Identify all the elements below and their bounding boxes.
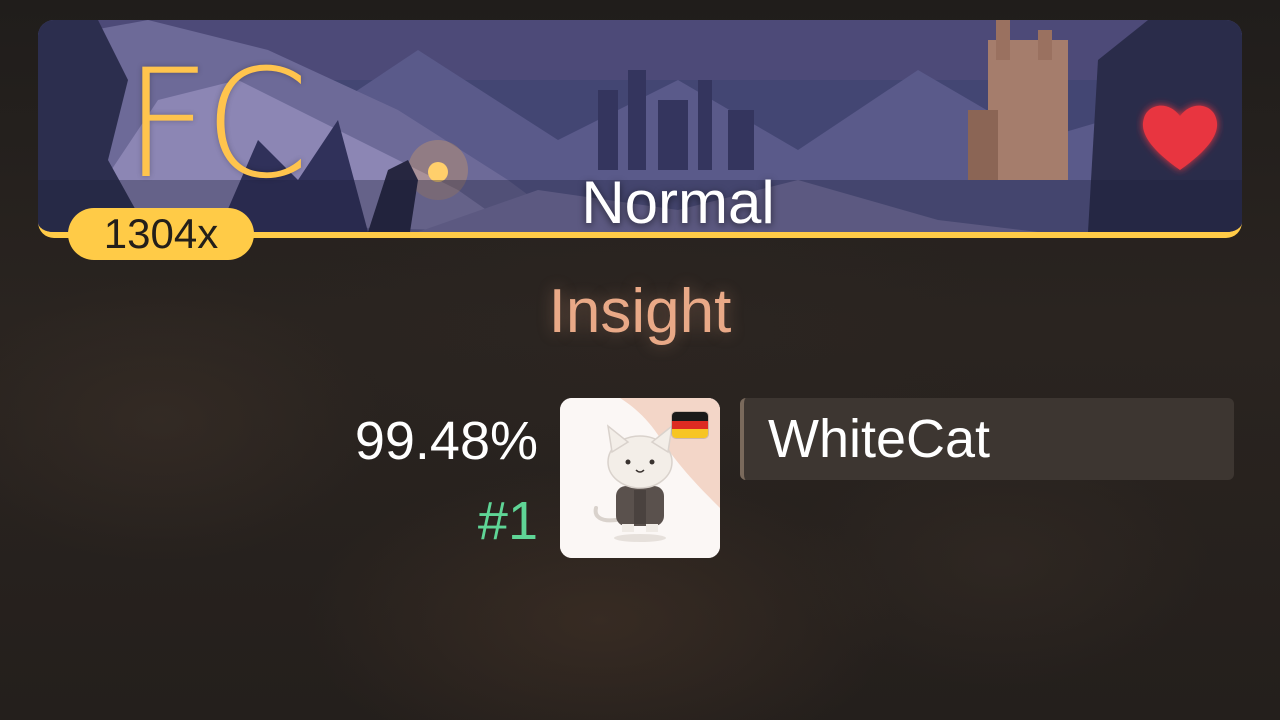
username: WhiteCat xyxy=(768,409,991,469)
grade-label: FC xyxy=(124,38,309,212)
germany-flag-icon xyxy=(672,412,708,438)
beatmap-banner: FC Normal xyxy=(38,20,1242,238)
combo-badge: 1304x xyxy=(68,208,254,260)
song-title: Insight xyxy=(548,277,732,346)
accuracy-value: 99.48% xyxy=(354,411,538,471)
leaderboard-rank: #1 xyxy=(477,491,538,551)
username-box[interactable]: WhiteCat xyxy=(740,398,1234,480)
difficulty-label: Normal xyxy=(581,169,775,236)
